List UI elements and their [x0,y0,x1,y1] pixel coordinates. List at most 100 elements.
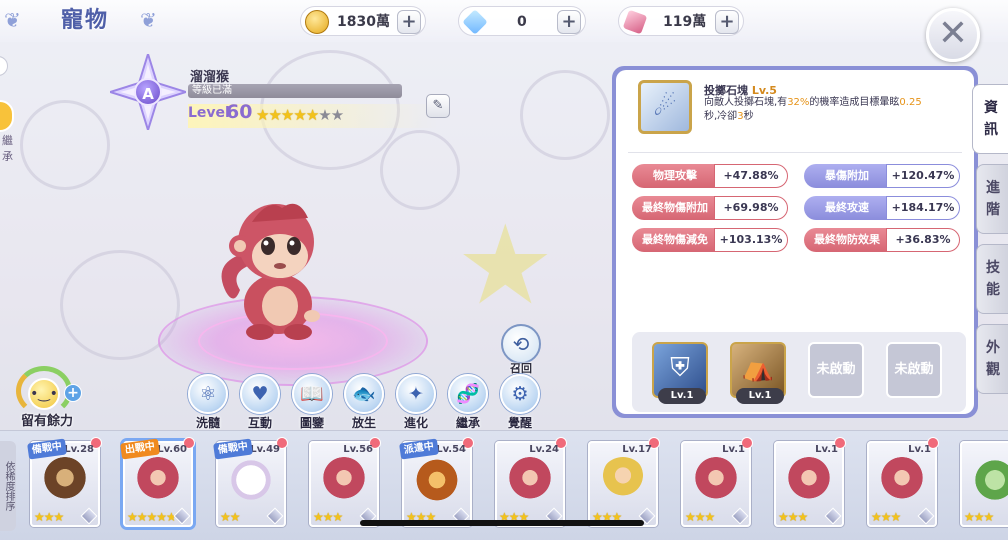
pet-card[interactable]: Lv.56 ★★★ [309,437,381,527]
stat-final-phys-damage: 最終物傷附加 +69.98% [632,196,788,220]
recall-button[interactable]: ⟲ 召回 [498,324,544,375]
pet-card[interactable]: Lv.1 ★★★ [774,437,846,527]
element-gem-icon [824,507,842,525]
stat-label: 最終物傷附加 [632,196,718,220]
tent-up-icon: ⛺ [741,353,775,383]
pet-card-stars: ★★★ [685,510,715,524]
rank-letter: A [134,78,162,106]
tab-advance[interactable]: 進階 [976,164,1008,234]
pet-card[interactable]: ★★★ [960,441,1008,527]
skill-desc-chance: 32% [787,97,810,108]
tent-skill-slot[interactable]: ⛺ Lv.1 [730,342,786,404]
pet-card-level: Lv.17 [622,444,652,455]
power-plus-button[interactable]: + [64,384,82,402]
edit-name-button[interactable]: ✎ [426,94,450,118]
pet-card[interactable]: Lv.1 ★★★ [681,437,753,527]
armor-skill-slot[interactable]: ⛨ Lv.1 [652,342,708,404]
stat-final-phys-defense: 最終物防效果 +36.83% [804,228,960,252]
pet-card[interactable]: Lv.17 ★★★ [588,437,660,527]
diamond-icon [462,9,488,35]
slot-level: Lv.1 [736,388,784,404]
awaken-button[interactable]: ⚙ 覺醒 [496,374,544,430]
evolve-button[interactable]: ✦ 進化 [392,374,440,430]
pet-card-level: Lv.60 [157,444,187,455]
pet-model[interactable] [212,194,342,344]
throw-stone-skill-icon[interactable]: ☄ [638,80,692,134]
info-panel-body: ☄ 投擲石塊 Lv.5 向敵人投擲石塊,有32%的機率造成目標暈眩0.25 秒,冷… [616,70,974,414]
dna-icon: 🧬 [448,374,488,414]
tab-appearance-label: 外觀 [986,340,1000,378]
close-button[interactable]: ✕ [926,8,980,62]
pet-card[interactable]: Lv.28 備戰中 ★★★ [27,437,102,527]
spare-power-widget[interactable]: •‿• + 留有餘力 [10,362,82,432]
inherit-label: 繼承 [455,416,480,430]
stat-label: 最終物防效果 [804,228,890,252]
tab-info-label: 資訊 [984,100,998,138]
tab-skill[interactable]: 技能 [976,244,1008,314]
skill-desc-text: 秒 [743,111,754,122]
skill-desc-duration: 0.25 [899,97,922,108]
sort-tab[interactable]: 依稀度排序 [0,441,16,531]
handbook-button[interactable]: 📖 圖鑒 [288,374,336,430]
home-indicator [360,520,644,526]
top-bar: ❦ 寵物 ❦ 1830萬 + 0 + 119萬 + [0,0,1008,42]
star-filled-icon: ★ [256,106,269,124]
pet-card[interactable]: Lv.24 ★★★ [495,437,567,527]
pet-name: 溜溜猴 [190,70,230,85]
inherit-badge-icon [0,100,14,132]
pet-card[interactable]: Lv.49 備戰中 ★★ [213,437,288,527]
pet-card[interactable]: Lv.60 出戰中 ★★★★★ [120,437,195,527]
pet-card-stars: ★★★ [964,510,994,524]
element-gem-icon [917,507,935,525]
tab-info[interactable]: 資訊 [972,84,1008,154]
inherit-side-tag[interactable]: 繼承 [0,100,16,163]
pet-portrait [135,457,181,503]
wash-button[interactable]: ⚛ 洗髓 [184,374,232,430]
pet-star-rating: ★★★★★★★ [256,106,344,124]
element-gem-icon [266,507,284,525]
pet-portrait [414,457,460,503]
pet-portrait [693,457,739,503]
element-gem-icon [173,507,191,525]
stat-value: +184.17% [886,196,960,220]
level-row: Level 60 ★★★★★★★ [188,101,438,128]
locked-skill-slot[interactable]: 未啟動 [808,342,864,398]
stat-label: 暴傷附加 [804,164,890,188]
element-gem-icon [731,507,749,525]
passive-skill-slots: ⛨ Lv.1 ⛺ Lv.1 未啟動 未啟動 [632,332,966,412]
release-button[interactable]: 🐟 放生 [340,374,388,430]
book-icon: 📖 [292,374,332,414]
stat-value: +47.88% [714,164,788,188]
pet-card-stars: ★★★ [778,510,808,524]
interact-button[interactable]: ♥ 互動 [236,374,284,430]
wash-icon: ⚛ [188,374,228,414]
pet-card-level: Lv.54 [436,444,466,455]
pet-card-level: Lv.1 [815,444,838,455]
pet-card-level: Lv.49 [250,444,280,455]
pet-portrait [600,457,646,503]
evolve-label: 進化 [403,416,428,430]
locked-skill-slot[interactable]: 未啟動 [886,342,942,398]
inherit-button[interactable]: 🧬 繼承 [444,374,492,430]
wing-right-icon: ❦ [140,8,157,32]
crystal-value: 119萬 [663,14,707,30]
pet-card[interactable]: Lv.1 ★★★ [867,437,939,527]
gold-value: 1830萬 [337,14,390,30]
interact-label: 互動 [247,416,272,430]
stat-label: 最終物傷減免 [632,228,718,252]
star-empty-icon: ★ [330,106,344,124]
level-prefix: Level [188,105,230,121]
add-gold-button[interactable]: + [397,10,421,34]
diamond-currency: 0 + [458,6,586,36]
armor-icon: ⛨ [670,353,690,383]
handbook-label: 圖鑒 [299,416,324,430]
stat-label: 最終攻速 [804,196,890,220]
tab-appearance[interactable]: 外觀 [976,324,1008,394]
pet-card[interactable]: Lv.54 派遣中 ★★★ [399,437,474,527]
stat-crit-damage: 暴傷附加 +120.47% [804,164,960,188]
star-filled-icon: ★ [293,106,306,124]
pet-card-stars: ★★★ [871,510,901,524]
tab-advance-label: 進階 [986,180,1000,218]
add-diamond-button[interactable]: + [557,10,581,34]
add-crystal-button[interactable]: + [715,10,739,34]
